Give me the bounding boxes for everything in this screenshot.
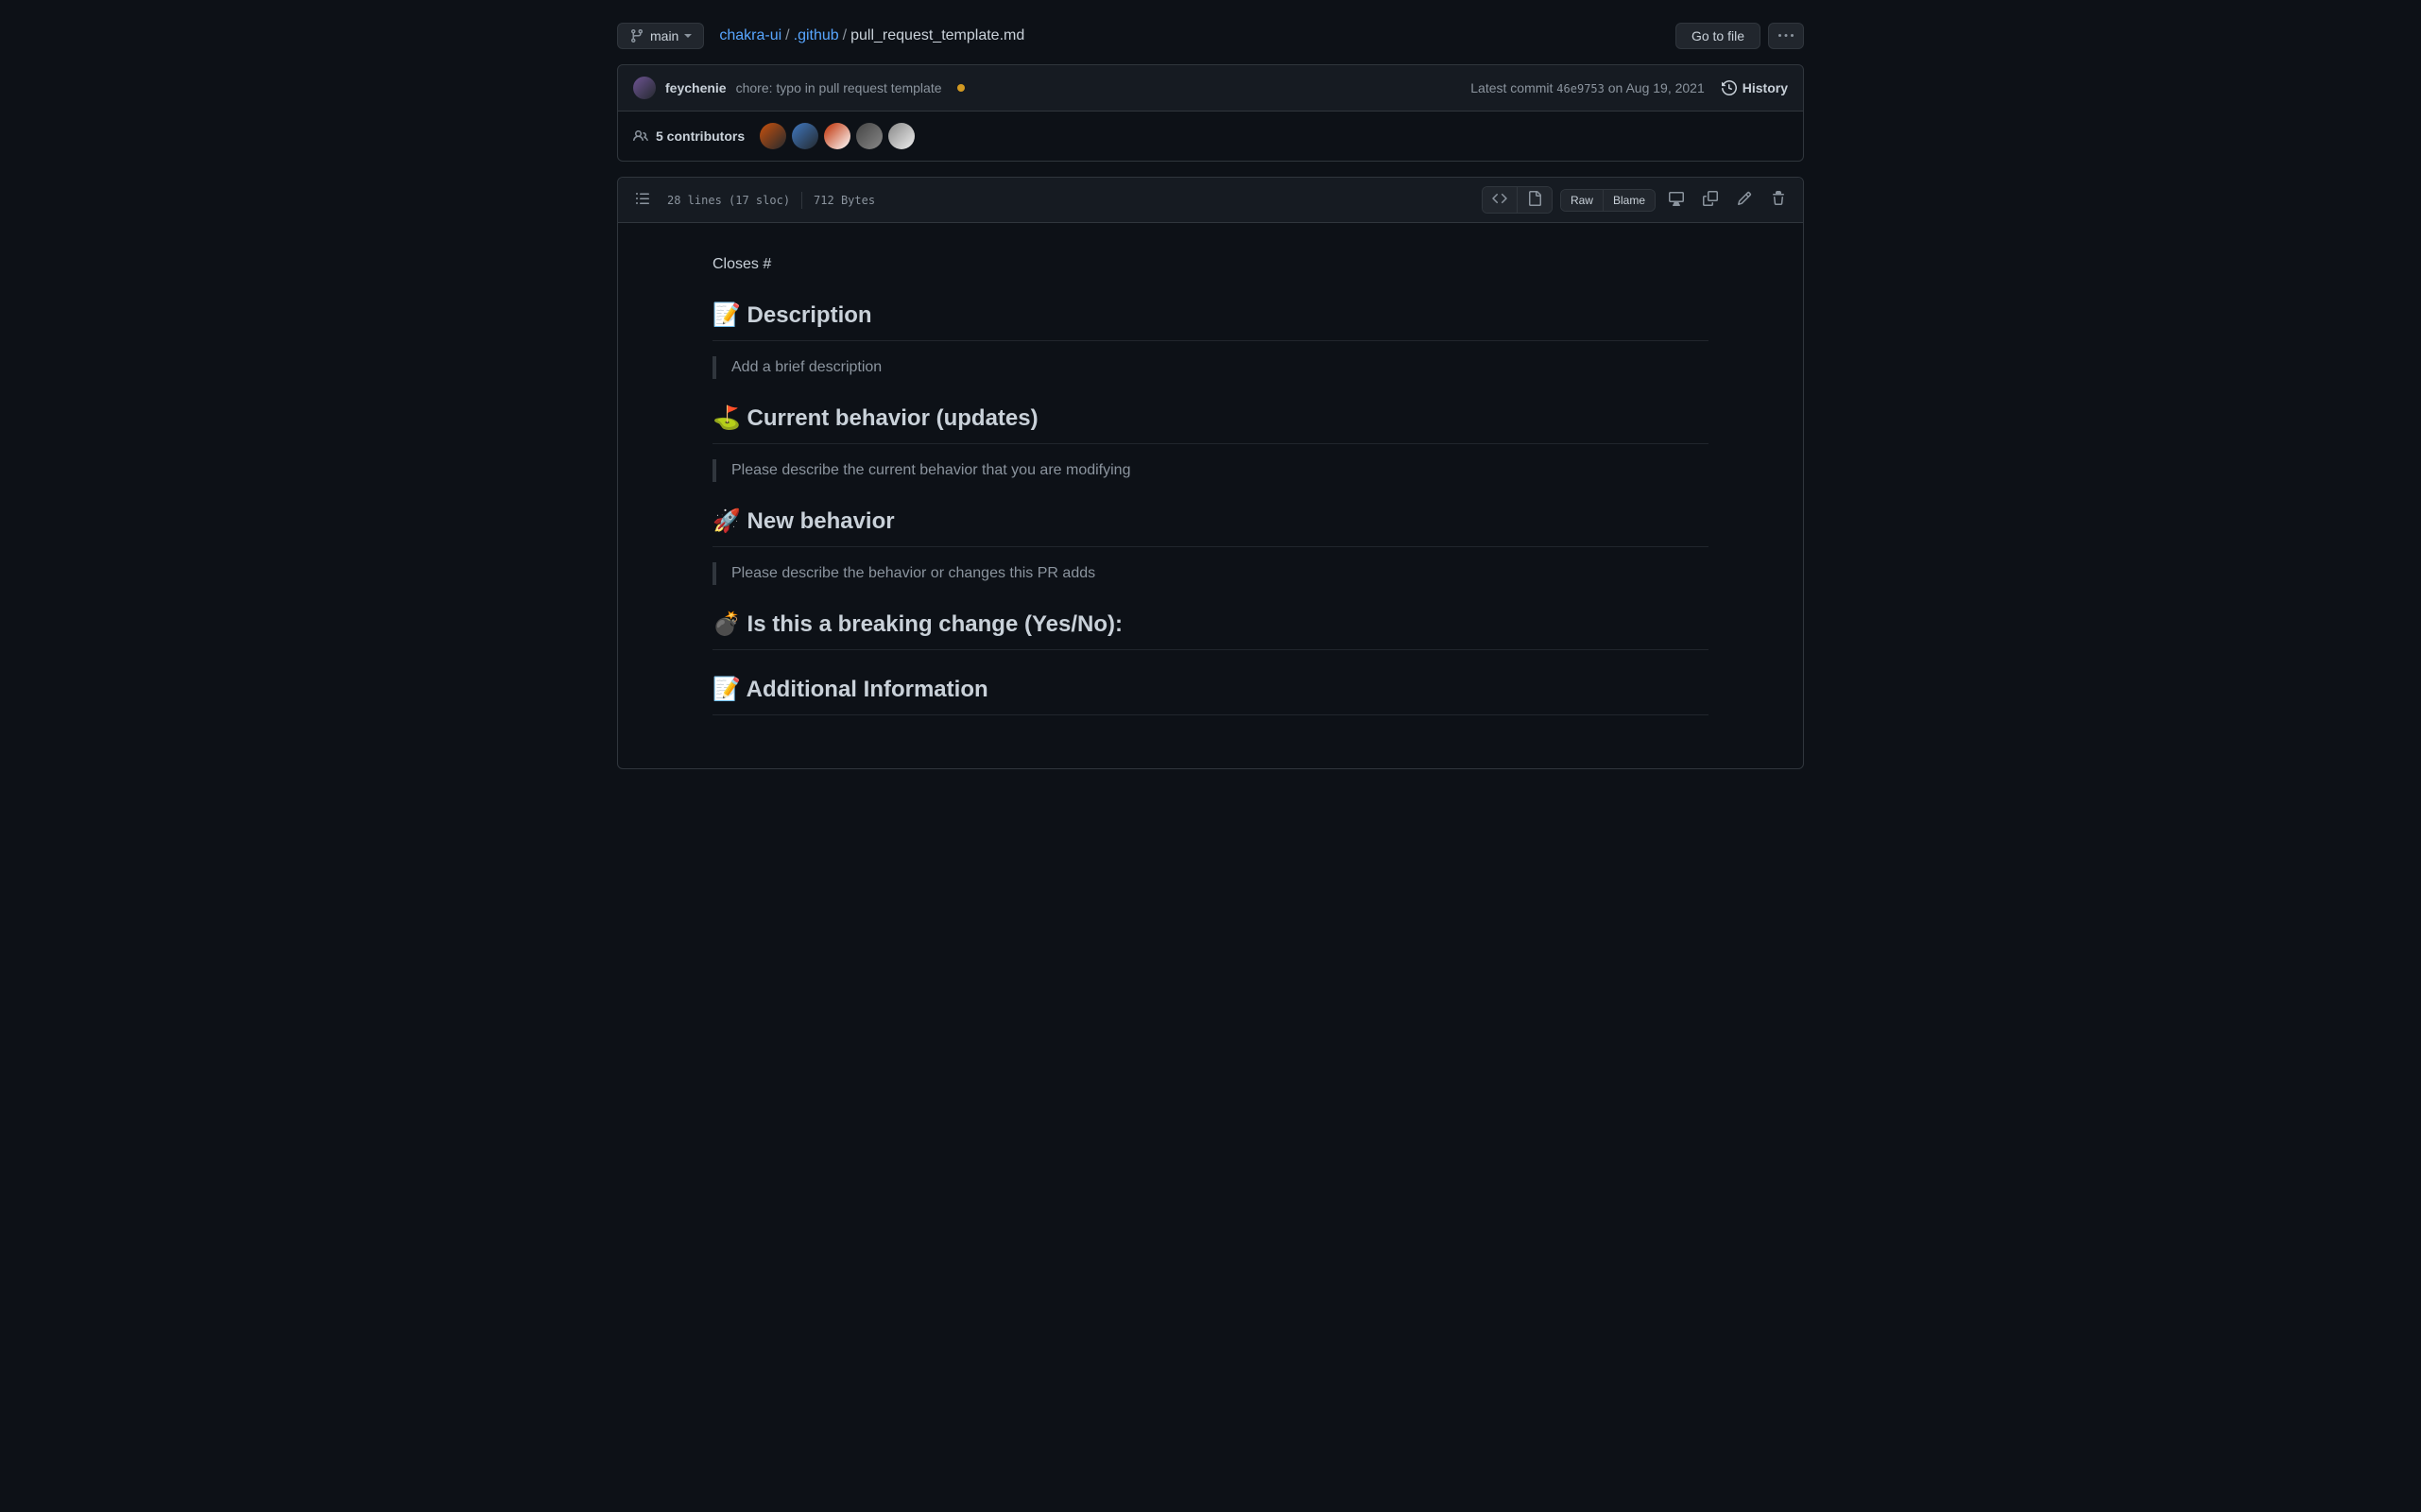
people-icon — [633, 129, 648, 144]
file-icon — [1527, 191, 1542, 206]
contributors-count-label: 5 contributors — [656, 129, 745, 144]
copy-button[interactable] — [1697, 185, 1724, 215]
contributor-avatar[interactable] — [888, 123, 915, 149]
blockquote-current: Please describe the current behavior tha… — [731, 459, 1693, 482]
blockquote-description: Add a brief description — [731, 356, 1693, 379]
commit-author-avatar[interactable] — [633, 77, 656, 99]
commit-date: on Aug 19, 2021 — [1608, 80, 1705, 95]
desktop-button[interactable] — [1663, 185, 1690, 215]
file-size-label: 712 Bytes — [814, 194, 875, 207]
blockquote-new: Please describe the behavior or changes … — [731, 562, 1693, 585]
list-unordered-icon — [635, 191, 650, 206]
branch-select-button[interactable]: main — [617, 23, 704, 49]
breadcrumb-repo-link[interactable]: chakra-ui — [719, 27, 781, 43]
file-content-box: 28 lines (17 sloc) 712 Bytes Raw Blame — [617, 177, 1804, 769]
contributor-avatar[interactable] — [760, 123, 786, 149]
commit-message-link[interactable]: chore: typo in pull request template — [736, 80, 942, 95]
breadcrumb-folder-link[interactable]: .github — [794, 27, 839, 43]
history-label: History — [1743, 80, 1788, 95]
file-lines-label: 28 lines (17 sloc) — [667, 194, 790, 207]
heading-new-behavior: 🚀 New behavior — [713, 505, 1708, 547]
breadcrumb: chakra-ui/.github/pull_request_template.… — [719, 27, 1024, 44]
more-options-button[interactable] — [1768, 23, 1804, 49]
edit-button[interactable] — [1731, 185, 1758, 215]
contributor-avatar[interactable] — [824, 123, 850, 149]
file-navigation: main chakra-ui/.github/pull_request_temp… — [617, 23, 1804, 49]
contributors-button[interactable]: 5 contributors — [633, 129, 745, 144]
pencil-icon — [1737, 191, 1752, 206]
trash-icon — [1771, 191, 1786, 206]
blame-button[interactable]: Blame — [1604, 190, 1655, 211]
display-source-button[interactable] — [1518, 187, 1552, 213]
contributors-bar: 5 contributors — [617, 112, 1804, 162]
display-rendered-button[interactable] — [1483, 187, 1518, 213]
contributor-avatar[interactable] — [792, 123, 818, 149]
contributor-avatar[interactable] — [856, 123, 883, 149]
chevron-down-icon — [684, 34, 692, 38]
latest-commit-label: Latest commit — [1470, 80, 1553, 95]
closes-text: Closes # — [713, 253, 1708, 276]
git-branch-icon — [629, 28, 644, 43]
go-to-file-button[interactable]: Go to file — [1675, 23, 1760, 49]
heading-breaking-change: 💣 Is this a breaking change (Yes/No): — [713, 608, 1708, 650]
heading-current-behavior: ⛳️ Current behavior (updates) — [713, 402, 1708, 444]
branch-name: main — [650, 28, 678, 43]
view-mode-toggle — [1482, 186, 1553, 214]
breadcrumb-current-file: pull_request_template.md — [850, 27, 1024, 43]
commit-status-indicator[interactable] — [957, 84, 965, 92]
code-icon — [1492, 191, 1507, 206]
history-icon — [1722, 80, 1737, 95]
raw-button[interactable]: Raw — [1561, 190, 1604, 211]
delete-button[interactable] — [1765, 185, 1792, 215]
contributors-avatars — [760, 123, 915, 149]
divider — [801, 192, 802, 209]
rendered-markdown: Closes # 📝 Description Add a brief descr… — [618, 223, 1803, 768]
heading-additional-info: 📝 Additional Information — [713, 673, 1708, 715]
commit-author-link[interactable]: feychenie — [665, 80, 727, 95]
latest-commit-bar: feychenie chore: typo in pull request te… — [617, 64, 1804, 112]
device-desktop-icon — [1669, 191, 1684, 206]
file-header: 28 lines (17 sloc) 712 Bytes Raw Blame — [618, 178, 1803, 223]
toc-button[interactable] — [629, 185, 656, 215]
history-link[interactable]: History — [1722, 80, 1788, 95]
raw-blame-toggle: Raw Blame — [1560, 189, 1656, 212]
kebab-horizontal-icon — [1778, 28, 1794, 43]
heading-description: 📝 Description — [713, 299, 1708, 341]
commit-hash-link[interactable]: 46e9753 — [1556, 82, 1605, 95]
copy-icon — [1703, 191, 1718, 206]
